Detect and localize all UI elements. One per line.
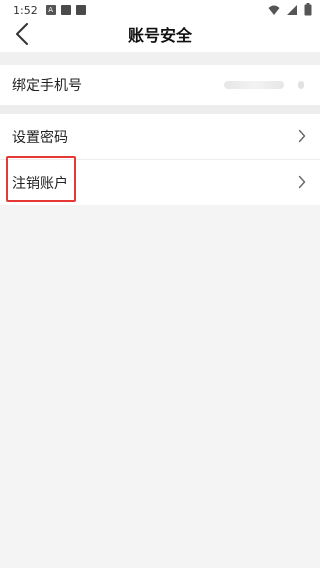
- chevron-right-icon: [298, 127, 306, 146]
- set-password-row[interactable]: 设置密码: [0, 114, 320, 159]
- section-separator: [0, 105, 320, 114]
- notification-square-icon: [60, 5, 71, 15]
- masked-phone-tail: [298, 81, 304, 89]
- masked-phone-number: [224, 81, 284, 89]
- status-time: 1:52: [13, 3, 38, 17]
- bind-phone-row[interactable]: 绑定手机号: [0, 65, 320, 105]
- battery-icon: [304, 3, 312, 19]
- notification-square-icon: [75, 5, 86, 15]
- notification-a-icon: A: [45, 5, 56, 15]
- cancel-account-row[interactable]: 注销账户: [0, 160, 320, 205]
- status-icons: [268, 3, 312, 19]
- chevron-right-icon: [298, 173, 306, 192]
- signal-icon: [286, 4, 298, 19]
- bind-phone-label: 绑定手机号: [12, 78, 82, 94]
- set-password-label: 设置密码: [12, 129, 68, 146]
- page-title: 账号安全: [127, 26, 192, 45]
- app-header: 账号安全: [0, 20, 320, 52]
- status-bar: 1:52 A: [0, 0, 320, 20]
- section-separator: [0, 52, 320, 65]
- cancel-account-label: 注销账户: [12, 175, 68, 192]
- wifi-icon: [268, 4, 280, 19]
